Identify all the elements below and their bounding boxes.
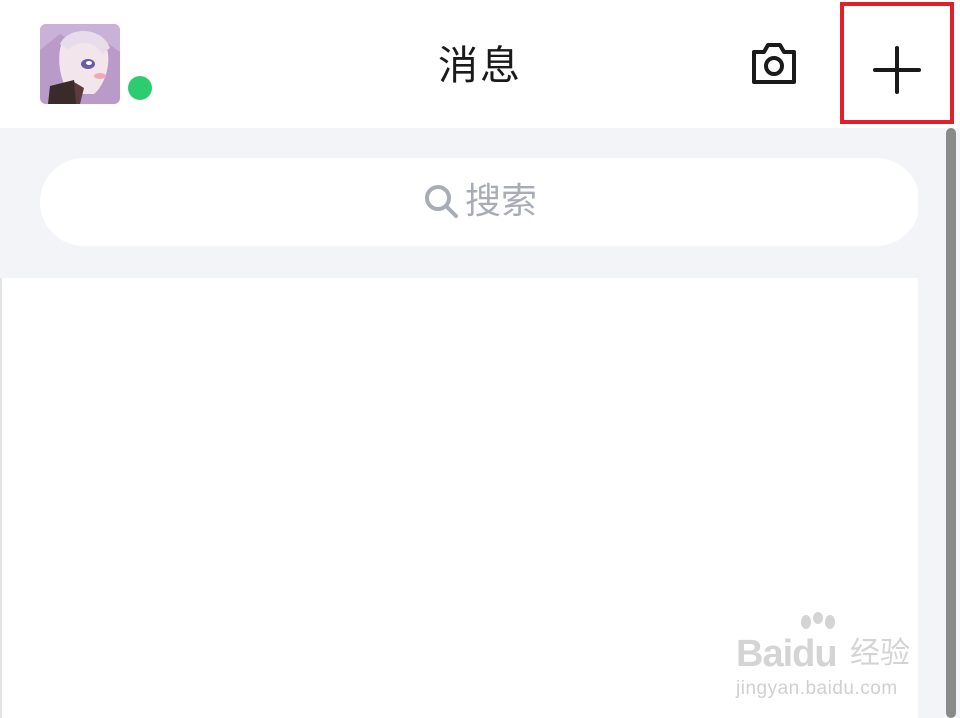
camera-button[interactable]	[748, 38, 800, 90]
top-bar: 消息	[0, 0, 960, 128]
avatar-image	[40, 24, 120, 104]
search-section: 搜索	[0, 128, 960, 278]
scrollbar-thumb[interactable]	[946, 128, 956, 718]
watermark-url: jingyan.baidu.com	[736, 678, 898, 699]
online-status-dot	[124, 72, 156, 104]
search-icon	[424, 185, 458, 218]
search-content: 搜索	[40, 158, 920, 246]
add-button[interactable]	[840, 2, 954, 124]
avatar[interactable]	[40, 24, 120, 104]
plus-icon	[873, 46, 921, 94]
search-placeholder: 搜索	[464, 181, 537, 222]
messages-screen: 消息 搜索 Baidu 经验 jingyan.baidu.com	[0, 0, 960, 718]
search-input[interactable]: 搜索	[40, 158, 920, 246]
camera-icon	[752, 43, 796, 84]
watermark-logo: Baidu	[736, 633, 838, 675]
baidu-jingyan-watermark: Baidu 经验 jingyan.baidu.com	[722, 612, 914, 704]
watermark-brand: 经验	[850, 636, 910, 671]
page-title: 消息	[438, 43, 522, 89]
